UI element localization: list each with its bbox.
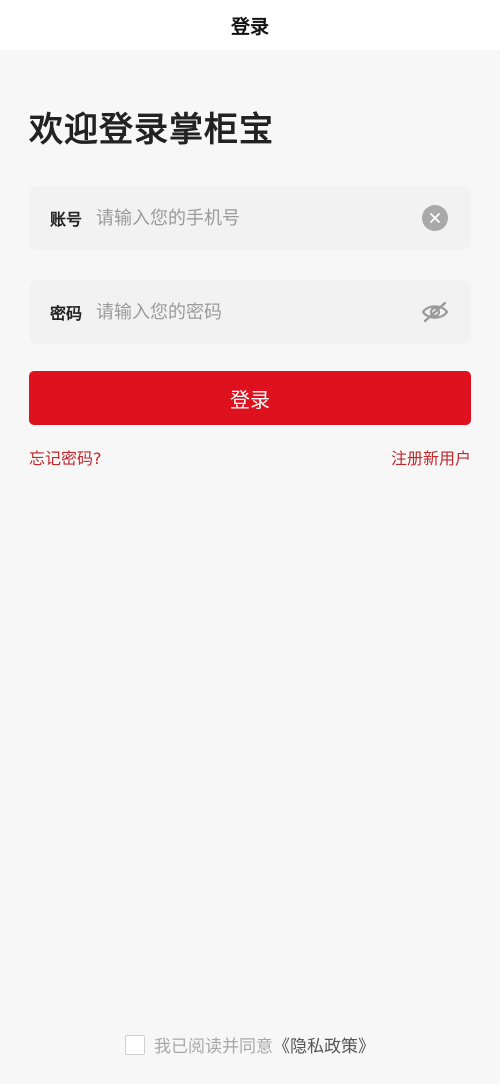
clear-icon[interactable] (422, 205, 448, 231)
eye-off-icon[interactable] (421, 298, 449, 326)
account-label: 账号 (50, 210, 83, 229)
account-field: 账号 (29, 186, 471, 250)
nav-bar: 登录 (0, 0, 500, 50)
page-title: 登录 (230, 15, 269, 38)
agreement-row: 我已阅读并同意 《隐私政策》 (0, 1032, 500, 1057)
forgot-password-link[interactable]: 忘记密码? (29, 445, 102, 469)
password-label: 密码 (50, 304, 83, 323)
phone-input[interactable] (96, 198, 422, 238)
password-input[interactable] (96, 292, 421, 332)
agreement-text: 我已阅读并同意 (154, 1037, 273, 1057)
agreement-checkbox[interactable] (125, 1034, 145, 1055)
welcome-heading: 欢迎登录掌柜宝 (29, 110, 274, 150)
privacy-policy-link[interactable]: 《隐私政策》 (273, 1032, 375, 1057)
login-button[interactable]: 登录 (29, 371, 471, 425)
register-link[interactable]: 注册新用户 (391, 445, 471, 469)
password-field: 密码 (29, 280, 471, 344)
